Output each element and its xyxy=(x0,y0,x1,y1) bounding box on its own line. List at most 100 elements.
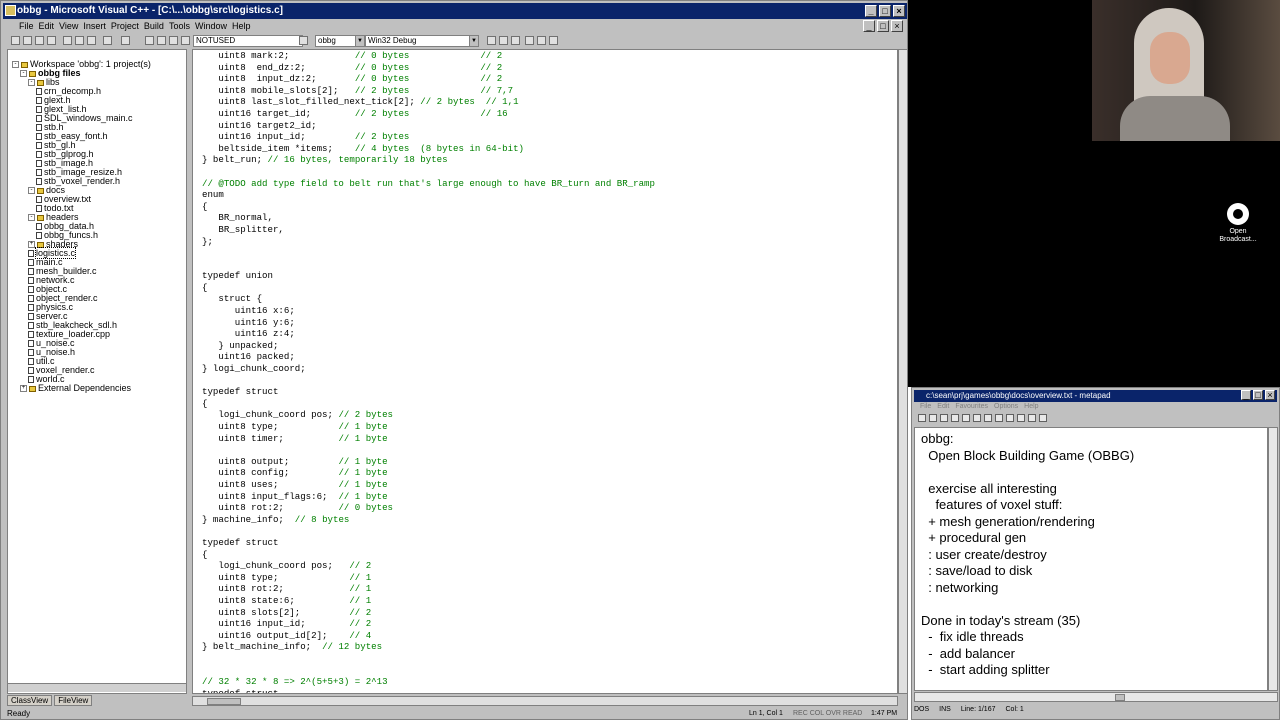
code-line: uint8 type; // 1 xyxy=(202,572,655,584)
execute-icon[interactable] xyxy=(525,36,534,45)
replace-icon[interactable] xyxy=(1006,414,1014,422)
stop-build-icon[interactable] xyxy=(511,36,520,45)
expand-icon[interactable]: + xyxy=(20,385,27,393)
collapse-icon[interactable]: - xyxy=(28,187,35,195)
menu-tools[interactable]: Tools xyxy=(169,20,190,33)
app-icon xyxy=(5,5,16,16)
file-icon xyxy=(28,250,34,258)
open-icon[interactable] xyxy=(929,414,937,422)
save-all-icon[interactable] xyxy=(47,36,56,45)
code-line: uint8 type; // 1 byte xyxy=(202,421,655,433)
chevron-down-icon: ▼ xyxy=(355,36,364,46)
metapad-menu-options[interactable]: Options xyxy=(994,403,1018,410)
metapad-hscroll-thumb[interactable] xyxy=(1115,694,1125,701)
metapad-close-button[interactable]: × xyxy=(1265,390,1275,400)
copy-icon[interactable] xyxy=(75,36,84,45)
compile-icon[interactable] xyxy=(487,36,496,45)
find-in-files-icon[interactable] xyxy=(299,36,308,45)
code-line: typedef union xyxy=(202,270,655,282)
status-time: 1:47 PM xyxy=(871,710,898,717)
file-icon xyxy=(36,106,42,114)
code-line: uint8 end_dz:2; // 0 bytes // 2 xyxy=(202,62,655,74)
redo-icon[interactable] xyxy=(121,36,130,45)
tab-classview[interactable]: ClassView xyxy=(7,695,53,706)
file-icon xyxy=(36,151,42,159)
save-icon[interactable] xyxy=(940,414,948,422)
go-icon[interactable] xyxy=(537,36,546,45)
maximize-button[interactable]: □ xyxy=(879,5,891,17)
metapad-menu-favourites[interactable]: Favourites xyxy=(955,403,988,410)
collapse-icon[interactable]: - xyxy=(20,70,27,78)
file-icon xyxy=(36,115,42,123)
code-line: uint16 x:6; xyxy=(202,305,655,317)
metapad-vscroll[interactable] xyxy=(1268,427,1278,691)
menu-insert[interactable]: Insert xyxy=(83,20,106,33)
windows-icon[interactable] xyxy=(169,36,178,45)
code-text: logi_chunk_coord pos; xyxy=(202,560,350,572)
editor-hscroll[interactable] xyxy=(192,696,898,706)
metapad-hscroll[interactable] xyxy=(914,692,1278,702)
close-button[interactable]: × xyxy=(893,5,905,17)
metapad-menu-file[interactable]: File xyxy=(920,403,931,410)
paste-icon[interactable] xyxy=(984,414,992,422)
minimize-button[interactable]: _ xyxy=(865,5,877,17)
code-line: // @TODO add type field to belt run that… xyxy=(202,178,655,190)
cut-icon[interactable] xyxy=(63,36,72,45)
metapad-text-area[interactable]: obbg: Open Block Building Game (OBBG) ex… xyxy=(914,427,1268,691)
editor-vscroll[interactable] xyxy=(898,49,908,694)
tree-folder[interactable]: + External Dependencies xyxy=(20,384,131,393)
print-icon[interactable] xyxy=(951,414,959,422)
config-combo[interactable]: NOTUSED xyxy=(193,35,303,47)
save-icon[interactable] xyxy=(35,36,44,45)
font-icon[interactable] xyxy=(1039,414,1047,422)
obs-desktop-shortcut[interactable]: Open Broadcast... xyxy=(1218,203,1258,244)
undo-icon[interactable] xyxy=(103,36,112,45)
hscroll-thumb[interactable] xyxy=(207,698,241,705)
build-combo[interactable]: Win32 Debug ▼ xyxy=(365,35,479,47)
workspace-hscroll[interactable] xyxy=(8,683,186,692)
code-text[interactable]: uint8 mark:2; // 0 bytes // 2 uint8 end_… xyxy=(202,50,655,693)
new-icon[interactable] xyxy=(918,414,926,422)
menu-project[interactable]: Project xyxy=(111,20,139,33)
code-editor[interactable]: uint8 mark:2; // 0 bytes // 2 uint8 end_… xyxy=(192,49,898,694)
workspace-icon[interactable] xyxy=(145,36,154,45)
menu-help[interactable]: Help xyxy=(232,20,251,33)
menu-build[interactable]: Build xyxy=(144,20,164,33)
code-text: uint8 last_slot_filled_next_tick[2]; xyxy=(202,96,421,108)
doc-close-button[interactable]: × xyxy=(891,20,903,32)
open-icon[interactable] xyxy=(23,36,32,45)
doc-minimize-button[interactable]: _ xyxy=(863,20,875,32)
code-text: uint16 x:6; xyxy=(202,305,295,317)
metapad-menu-help[interactable]: Help xyxy=(1024,403,1038,410)
collapse-icon[interactable]: - xyxy=(12,61,19,69)
expand-icon[interactable]: - xyxy=(28,79,35,87)
metapad-menu-edit[interactable]: Edit xyxy=(937,403,949,410)
menu-window[interactable]: Window xyxy=(195,20,227,33)
cut-icon[interactable] xyxy=(962,414,970,422)
undo-icon[interactable] xyxy=(1017,414,1025,422)
output-icon[interactable] xyxy=(157,36,166,45)
file-icon xyxy=(36,97,42,105)
doc-restore-button[interactable]: □ xyxy=(877,20,889,32)
project-combo[interactable]: obbg ▼ xyxy=(315,35,365,47)
collapse-icon[interactable]: - xyxy=(28,214,35,222)
expand-icon[interactable]: + xyxy=(28,241,35,249)
paste-icon[interactable] xyxy=(87,36,96,45)
menu-file[interactable]: File xyxy=(19,20,34,33)
workspace-root[interactable]: - Workspace 'obbg': 1 project(s) xyxy=(12,60,151,69)
menu-edit[interactable]: Edit xyxy=(39,20,55,33)
tab-fileview[interactable]: FileView xyxy=(54,695,93,706)
wrap-icon[interactable] xyxy=(1028,414,1036,422)
code-text: uint16 target_id; xyxy=(202,107,355,119)
find-icon[interactable] xyxy=(181,36,190,45)
find-icon[interactable] xyxy=(995,414,1003,422)
copy-icon[interactable] xyxy=(973,414,981,422)
new-file-icon[interactable] xyxy=(11,36,20,45)
breakpoint-icon[interactable] xyxy=(549,36,558,45)
build-icon[interactable] xyxy=(499,36,508,45)
code-text: uint16 target2_id; xyxy=(202,119,317,131)
menu-view[interactable]: View xyxy=(59,20,78,33)
metapad-maximize-button[interactable]: □ xyxy=(1253,390,1263,400)
metapad-minimize-button[interactable]: _ xyxy=(1241,390,1251,400)
